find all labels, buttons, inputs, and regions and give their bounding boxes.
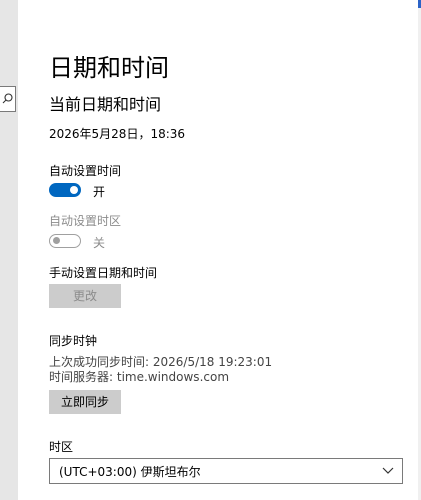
toggle-knob	[70, 186, 78, 194]
navigation-pane-edge	[0, 0, 18, 500]
section-title: 当前日期和时间	[49, 95, 162, 114]
timezone-label: 时区	[49, 440, 74, 454]
search-box[interactable]	[0, 86, 16, 112]
auto-timezone-label: 自动设置时区	[49, 214, 122, 228]
timezone-select[interactable]: (UTC+03:00) 伊斯坦布尔	[49, 458, 403, 484]
auto-time-label: 自动设置时间	[49, 164, 122, 178]
auto-timezone-state: 关	[93, 236, 106, 250]
timezone-selected-value: (UTC+03:00) 伊斯坦布尔	[59, 465, 201, 479]
page-title: 日期和时间	[49, 54, 169, 82]
sync-clock-label: 同步时钟	[49, 334, 98, 348]
search-icon	[2, 93, 13, 104]
auto-timezone-toggle[interactable]	[49, 234, 81, 248]
time-server-info: 时间服务器: time.windows.com	[49, 370, 230, 384]
manual-datetime-label: 手动设置日期和时间	[49, 266, 158, 280]
current-datetime: 2026年5月28日，18:36	[49, 127, 186, 141]
sync-now-button[interactable]: 立即同步	[49, 390, 121, 414]
toggle-knob	[53, 237, 60, 244]
auto-time-toggle[interactable]	[49, 183, 81, 197]
auto-time-state: 开	[93, 185, 106, 199]
chevron-down-icon	[382, 467, 394, 474]
change-button[interactable]: 更改	[49, 284, 121, 308]
title-bar-area	[18, 0, 421, 8]
